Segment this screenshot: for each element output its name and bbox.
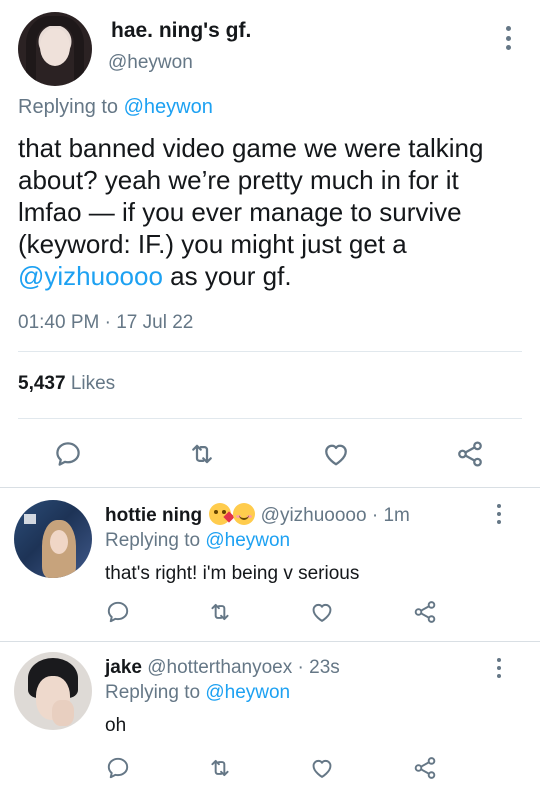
avatar-face	[50, 530, 68, 554]
tweet-text-line: lmfao — if you ever manage to survive	[18, 197, 462, 227]
avatar-face	[40, 28, 70, 66]
tweet-text-line: that banned video game we were talking	[18, 133, 484, 163]
kissing-heart-emoji	[209, 503, 236, 525]
more-dot	[497, 512, 501, 516]
replying-prefix: Replying to	[18, 96, 119, 118]
reply-tweet[interactable]: jake @hotterthanyoex · 23s Replying to @…	[0, 642, 540, 794]
tweet-text-line: about? yeah we’re pretty much in for it	[18, 165, 459, 195]
more-dot	[497, 658, 501, 662]
replying-to-mention[interactable]: @heywon	[124, 96, 213, 118]
more-dot	[497, 520, 501, 524]
text-suffix: as your gf.	[162, 261, 292, 291]
likes-number: 5,437	[18, 373, 66, 394]
share-icon[interactable]	[411, 598, 439, 626]
reply-header: jake @hotterthanyoex · 23s	[105, 657, 340, 679]
avatar-hand	[52, 700, 74, 726]
tweet-text: that banned video game we were talking a…	[18, 132, 518, 292]
like-icon[interactable]	[320, 438, 352, 470]
like-icon[interactable]	[308, 754, 336, 782]
more-dot	[497, 674, 501, 678]
retweet-icon[interactable]	[206, 598, 234, 626]
replying-to: Replying to @heywon	[105, 682, 290, 704]
retweet-icon[interactable]	[206, 754, 234, 782]
more-dot	[497, 666, 501, 670]
user-handle[interactable]: @heywon	[108, 52, 193, 74]
more-icon[interactable]	[491, 504, 507, 524]
reply-icon[interactable]	[104, 754, 132, 782]
reply-time: · 1m	[371, 505, 410, 526]
replying-prefix: Replying to	[105, 682, 201, 703]
avatar[interactable]	[18, 12, 92, 86]
tweet-text-line: (keyword: IF.) you might just get a	[18, 229, 407, 259]
more-icon[interactable]	[491, 658, 507, 678]
avatar-background	[24, 514, 36, 524]
reply-icon[interactable]	[104, 598, 132, 626]
reply-tweet[interactable]: hottie ning @yizhuoooo · 1m Replying to …	[0, 488, 540, 640]
reply-text: oh	[105, 715, 127, 736]
more-dot	[497, 504, 501, 508]
reply-time: · 23s	[297, 657, 340, 678]
smiling-blush-emoji	[233, 503, 256, 525]
tweet-text-line: @yizhuoooo as your gf.	[18, 260, 518, 292]
tweet-timestamp[interactable]: 01:40 PM · 17 Jul 22	[18, 312, 193, 334]
more-dot	[505, 45, 511, 50]
replying-to: Replying to @heywon	[18, 96, 213, 119]
avatar[interactable]	[14, 500, 92, 578]
display-name[interactable]: jake	[105, 657, 142, 678]
more-dot	[505, 26, 511, 31]
share-icon[interactable]	[454, 438, 486, 470]
replying-to-mention[interactable]: @heywon	[205, 682, 290, 703]
text-mention[interactable]: @yizhuoooo	[18, 261, 163, 291]
replying-to: Replying to @heywon	[105, 530, 290, 552]
reply-icon[interactable]	[52, 438, 84, 470]
reply-text: that's right! i'm being v serious	[105, 563, 360, 584]
likes-count[interactable]: 5,437 Likes	[18, 373, 115, 395]
replying-to-mention[interactable]: @heywon	[205, 530, 290, 551]
like-icon[interactable]	[308, 598, 336, 626]
more-dot	[505, 35, 511, 41]
user-handle[interactable]: @yizhuoooo	[261, 505, 367, 526]
replying-prefix: Replying to	[105, 530, 201, 551]
more-icon[interactable]	[498, 26, 518, 50]
retweet-icon[interactable]	[186, 438, 218, 470]
likes-label: Likes	[70, 373, 116, 394]
display-name[interactable]: hottie ning	[105, 505, 202, 526]
divider	[18, 418, 522, 419]
display-name[interactable]: hae. ning's gf.	[111, 19, 251, 43]
divider	[18, 351, 522, 352]
avatar[interactable]	[14, 652, 92, 730]
reply-header: hottie ning @yizhuoooo · 1m	[105, 503, 410, 527]
user-handle[interactable]: @hotterthanyoex	[147, 657, 292, 678]
main-tweet[interactable]: hae. ning's gf. @heywon Replying to @hey…	[0, 0, 540, 486]
share-icon[interactable]	[411, 754, 439, 782]
